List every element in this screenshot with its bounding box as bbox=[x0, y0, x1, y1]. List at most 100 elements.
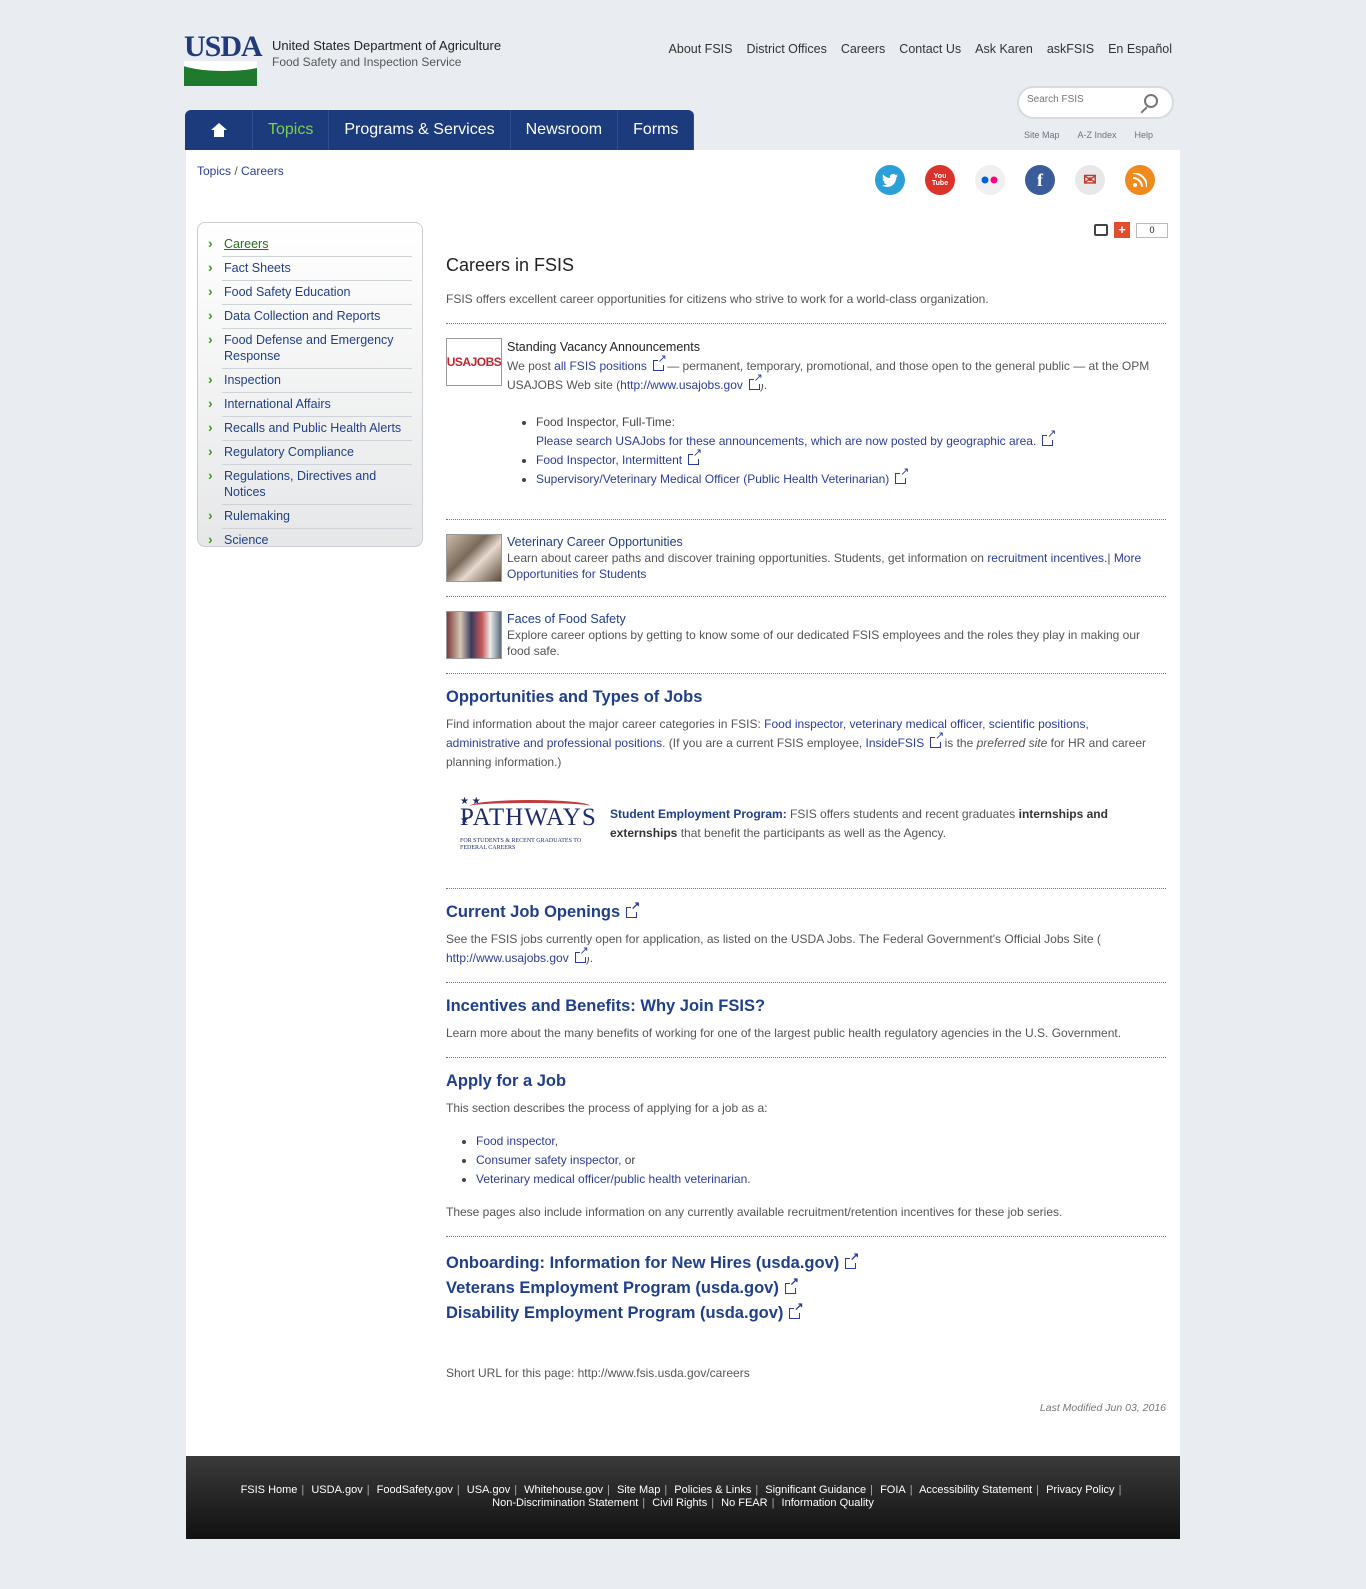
nav-forms[interactable]: Forms bbox=[618, 110, 695, 150]
usajobs-logo[interactable]: USAJOBS bbox=[446, 338, 502, 386]
twitter-icon[interactable] bbox=[875, 165, 905, 195]
sidebar-item-regulatory-compliance[interactable]: Regulatory Compliance bbox=[208, 441, 412, 465]
apply-food-inspector-link[interactable]: Food inspector bbox=[476, 1134, 555, 1148]
pathways-word: PATHWAYS bbox=[460, 804, 597, 831]
facebook-icon[interactable]: f bbox=[1025, 165, 1055, 195]
faces-photo[interactable] bbox=[446, 611, 502, 659]
email-icon[interactable]: ✉ bbox=[1075, 165, 1105, 195]
external-link-icon bbox=[784, 1276, 799, 1294]
footer-link-accessibility[interactable]: Accessibility Statement bbox=[919, 1484, 1032, 1496]
sidebar-item-food-safety-education[interactable]: Food Safety Education bbox=[208, 281, 412, 305]
usajobs-url-link[interactable]: http://www.usajobs.gov bbox=[620, 378, 743, 392]
share-count: 0 bbox=[1136, 222, 1168, 238]
sidebar-item-international-affairs[interactable]: International Affairs bbox=[208, 393, 412, 417]
list-item: Supervisory/Veterinary Medical Officer (… bbox=[536, 466, 1166, 489]
nav-newsroom[interactable]: Newsroom bbox=[511, 110, 619, 150]
recruitment-incentives-link[interactable]: recruitment incentives. bbox=[987, 551, 1107, 565]
list-item: Food Inspector, Full-Time: Please search… bbox=[536, 413, 1166, 451]
job1-link[interactable]: Please search USAJobs for these announce… bbox=[536, 434, 1036, 448]
az-index-link[interactable]: A-Z Index bbox=[1078, 130, 1117, 140]
footer-link-nondiscrimination[interactable]: Non-Discrimination Statement bbox=[492, 1497, 638, 1509]
home-icon bbox=[210, 123, 227, 137]
sidebar-item-food-defense[interactable]: Food Defense and Emergency Response bbox=[208, 329, 412, 369]
footer-link-foodsafety[interactable]: FoodSafety.gov bbox=[377, 1484, 453, 1496]
footer-link-guidance[interactable]: Significant Guidance bbox=[765, 1484, 866, 1496]
sidebar-item-science[interactable]: Science bbox=[208, 529, 412, 552]
footer-link-info-quality[interactable]: Information Quality bbox=[782, 1497, 874, 1509]
sidebar-item-careers[interactable]: Careers bbox=[208, 233, 412, 257]
site-map-link[interactable]: Site Map bbox=[1024, 130, 1060, 140]
footer-link-sitemap[interactable]: Site Map bbox=[617, 1484, 660, 1496]
veterans-link[interactable]: Veterans Employment Program (usda.gov) bbox=[446, 1276, 1166, 1301]
disability-link[interactable]: Disability Employment Program (usda.gov) bbox=[446, 1301, 1166, 1326]
current-openings-heading[interactable]: Current Job Openings bbox=[446, 900, 1166, 922]
student-employment-link[interactable]: Student Employment Program: bbox=[610, 807, 787, 821]
footer-link-whitehouse[interactable]: Whitehouse.gov bbox=[524, 1484, 603, 1496]
util-link-espanol[interactable]: En Español bbox=[1108, 42, 1172, 56]
help-link[interactable]: Help bbox=[1135, 130, 1154, 140]
print-icon[interactable] bbox=[1094, 224, 1108, 236]
nav-programs-services[interactable]: Programs & Services bbox=[329, 110, 511, 150]
external-link-icon bbox=[574, 945, 589, 963]
current-openings-label: Current Job Openings bbox=[446, 903, 621, 921]
sidebar-item-inspection[interactable]: Inspection bbox=[208, 369, 412, 393]
footer-link-foia[interactable]: FOIA bbox=[880, 1484, 906, 1496]
search-icon[interactable] bbox=[1144, 94, 1158, 108]
food-inspector-link[interactable]: Food inspector bbox=[764, 717, 843, 731]
usajobs-link-2[interactable]: http://www.usajobs.gov bbox=[446, 951, 569, 965]
search-input[interactable] bbox=[1027, 94, 1137, 105]
footer-link-policies[interactable]: Policies & Links bbox=[674, 1484, 751, 1496]
breadcrumb-careers[interactable]: Careers bbox=[241, 164, 284, 178]
util-link-ask-karen[interactable]: Ask Karen bbox=[975, 42, 1033, 56]
sidebar-item-rulemaking[interactable]: Rulemaking bbox=[208, 505, 412, 529]
opportunities-heading[interactable]: Opportunities and Types of Jobs bbox=[446, 688, 1166, 707]
divider bbox=[446, 1236, 1166, 1237]
sidebar-nav: Careers Fact Sheets Food Safety Educatio… bbox=[197, 222, 423, 547]
sidebar-item-fact-sheets[interactable]: Fact Sheets bbox=[208, 257, 412, 281]
breadcrumb-topics[interactable]: Topics bbox=[197, 164, 231, 178]
footer-link-usagov[interactable]: USA.gov bbox=[467, 1484, 510, 1496]
util-link-careers[interactable]: Careers bbox=[841, 42, 885, 56]
sidebar-item-data-collection[interactable]: Data Collection and Reports bbox=[208, 305, 412, 329]
footer-link-civil-rights[interactable]: Civil Rights bbox=[652, 1497, 707, 1509]
share-plus-icon[interactable]: + bbox=[1114, 222, 1130, 238]
social-links: You Tube f ✉ bbox=[875, 165, 1155, 195]
incentives-heading[interactable]: Incentives and Benefits: Why Join FSIS? bbox=[446, 997, 1166, 1016]
apply-csi-link[interactable]: Consumer safety inspector bbox=[476, 1153, 618, 1167]
insidefsis-link[interactable]: InsideFSIS bbox=[866, 736, 925, 750]
footer-link-privacy[interactable]: Privacy Policy bbox=[1046, 1484, 1114, 1496]
rss-icon[interactable] bbox=[1125, 165, 1155, 195]
vet-photo[interactable] bbox=[446, 534, 502, 582]
flickr-icon[interactable] bbox=[975, 165, 1005, 195]
apply-vmo-link[interactable]: Veterinary medical officer/public health… bbox=[476, 1172, 747, 1186]
util-link-askfsis[interactable]: askFSIS bbox=[1047, 42, 1094, 56]
usda-logo[interactable]: USDA bbox=[184, 32, 263, 86]
vmo-link[interactable]: veterinary medical officer bbox=[850, 717, 983, 731]
pathways-logo[interactable]: ★ ★ ★ PATHWAYS FOR STUDENTS & RECENT GRAD… bbox=[446, 794, 596, 854]
job2-link[interactable]: Food Inspector, Intermittent bbox=[536, 453, 682, 467]
footer-link-no-fear[interactable]: No FEAR bbox=[721, 1497, 767, 1509]
divider bbox=[446, 1057, 1166, 1058]
footer-link-fsis-home[interactable]: FSIS Home bbox=[241, 1484, 298, 1496]
all-fsis-positions-link[interactable]: all FSIS positions bbox=[554, 359, 647, 373]
vet-title-link[interactable]: Veterinary Career Opportunities bbox=[507, 535, 683, 549]
list-item: Food inspector, bbox=[476, 1132, 1166, 1151]
scientific-positions-link[interactable]: scientific positions bbox=[989, 717, 1086, 731]
vet-text: Learn about career paths and discover tr… bbox=[507, 551, 988, 565]
util-link-about[interactable]: About FSIS bbox=[669, 42, 733, 56]
sidebar-item-regulations[interactable]: Regulations, Directives and Notices bbox=[208, 465, 412, 505]
external-link-icon bbox=[930, 730, 945, 748]
page-tools: + 0 bbox=[1094, 222, 1168, 238]
util-link-district-offices[interactable]: District Offices bbox=[746, 42, 826, 56]
nav-topics[interactable]: Topics bbox=[253, 110, 330, 150]
footer-link-usda[interactable]: USDA.gov bbox=[311, 1484, 362, 1496]
sidebar-item-recalls[interactable]: Recalls and Public Health Alerts bbox=[208, 417, 412, 441]
job3-link[interactable]: Supervisory/Veterinary Medical Officer (… bbox=[536, 472, 889, 486]
faces-title-link[interactable]: Faces of Food Safety bbox=[507, 612, 626, 626]
util-link-contact[interactable]: Contact Us bbox=[899, 42, 961, 56]
apply-heading[interactable]: Apply for a Job bbox=[446, 1072, 1166, 1091]
nav-home[interactable] bbox=[185, 110, 253, 150]
youtube-icon[interactable]: You Tube bbox=[925, 165, 955, 195]
onboarding-link[interactable]: Onboarding: Information for New Hires (u… bbox=[446, 1251, 1166, 1276]
admin-positions-link[interactable]: administrative and professional position… bbox=[446, 736, 662, 750]
